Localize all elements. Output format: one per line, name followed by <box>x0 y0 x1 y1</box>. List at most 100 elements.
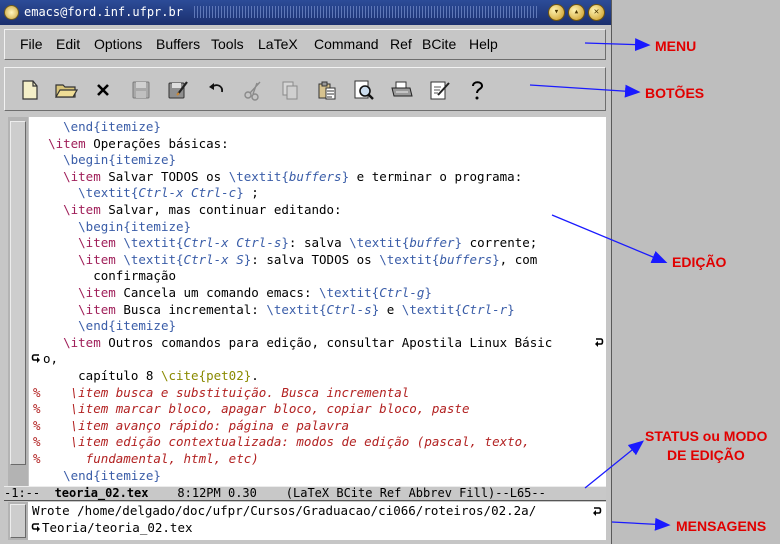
code-token: % \item avanço rápido: página e palavra <box>33 417 350 433</box>
menu-file[interactable]: File <box>20 36 43 52</box>
code-token: Operações básicas: <box>85 135 229 151</box>
editor-line[interactable]: capítulo 8 \cite{pet02}. <box>33 368 259 385</box>
editor-line[interactable]: \item Operações básicas: <box>33 136 229 153</box>
minimize-icon[interactable]: ▾ <box>548 4 565 21</box>
toolbar <box>4 67 606 111</box>
editor-line[interactable]: \item Cancela um comando emacs: \textit{… <box>33 285 432 302</box>
code-token: Ctrl-g <box>379 285 425 300</box>
code-token: \textit{ <box>123 235 184 251</box>
menu-options[interactable]: Options <box>94 36 142 52</box>
menu-help[interactable]: Help <box>469 36 498 52</box>
undo-icon[interactable] <box>204 78 228 102</box>
code-token: e <box>379 301 402 317</box>
menu-bcite[interactable]: BCite <box>422 36 456 52</box>
editor-line[interactable]: \item \textit{Ctrl-x S}: salva TODOS os … <box>33 252 537 269</box>
editor-line[interactable]: \end{itemize} <box>33 318 176 335</box>
editor-line[interactable]: \textit{Ctrl-x Ctrl-c} ; <box>33 185 259 202</box>
menu-tools[interactable]: Tools <box>211 36 244 52</box>
code-token: Salvar, mas continuar editando: <box>100 202 342 217</box>
window-title: emacs@ford.inf.ufpr.br <box>24 5 183 19</box>
code-token: \textit{ <box>401 301 463 317</box>
menu-bar: File Edit Options Buffers Tools LaTeX Co… <box>4 29 606 60</box>
spell-check-icon[interactable] <box>428 78 452 102</box>
code-token: \begin{itemize} <box>78 218 192 234</box>
editor-line[interactable]: \item Busca incremental: \textit{Ctrl-s}… <box>33 302 515 319</box>
editor-line[interactable]: \item Salvar TODOS os \textit{buffers} e… <box>33 169 522 186</box>
menu-buffers[interactable]: Buffers <box>156 36 200 52</box>
code-token: \textit{ <box>228 168 289 184</box>
code-token: Ctrl-x Ctrl-s <box>183 235 282 251</box>
search-icon[interactable] <box>352 78 376 102</box>
editor-line[interactable]: \begin{itemize} <box>33 152 176 169</box>
editor-line[interactable]: o, <box>43 351 58 368</box>
window-menu-icon[interactable] <box>4 5 19 20</box>
code-token: Cancela um comando emacs: <box>115 285 319 300</box>
print-icon[interactable] <box>390 78 414 102</box>
code-token: o, <box>43 351 59 367</box>
annotation-mensagens: MENSAGENS <box>676 518 767 534</box>
menu-ref[interactable]: Ref <box>390 36 412 52</box>
code-token: \textit{ <box>349 235 410 251</box>
code-token: \textit{ <box>78 185 139 201</box>
minibuffer-scrollbar-thumb[interactable] <box>10 504 26 538</box>
wrap-continuation-icon <box>31 523 40 532</box>
close-icon[interactable]: ✕ <box>588 4 605 21</box>
code-token: \textit{ <box>266 301 327 317</box>
cut-scissors-icon[interactable] <box>241 78 265 102</box>
save-disk-icon[interactable] <box>129 78 153 102</box>
editor-line[interactable]: \item Outros comandos para edição, consu… <box>33 335 552 352</box>
code-token: \item <box>63 334 101 350</box>
code-token: \item <box>48 135 86 151</box>
code-token: Busca incremental: <box>115 301 267 317</box>
emacs-window: emacs@ford.inf.ufpr.br ▾ ▴ ✕ File Edit O… <box>0 0 612 544</box>
code-token: \textit{ <box>379 251 440 267</box>
code-token: } <box>341 168 350 184</box>
code-token: : salva <box>288 235 350 251</box>
editor-line[interactable]: % \item avanço rápido: página e palavra <box>33 418 349 435</box>
editor-line[interactable]: % \item edição contextualizada: modos de… <box>33 434 530 451</box>
code-token: } <box>236 185 244 201</box>
copy-icon[interactable] <box>278 78 302 102</box>
maximize-icon[interactable]: ▴ <box>568 4 585 21</box>
modeline-buffer-name: teoria_02.tex <box>54 486 149 500</box>
minibuffer[interactable]: Wrote /home/delgado/doc/ufpr/Cursos/Grad… <box>8 502 606 540</box>
menu-latex[interactable]: LaTeX <box>258 36 298 52</box>
title-bar[interactable]: emacs@ford.inf.ufpr.br ▾ ▴ ✕ <box>0 0 611 25</box>
annotation-status-line1: STATUS ou MODO <box>645 428 768 444</box>
save-as-icon[interactable] <box>166 78 190 102</box>
code-token: Ctrl-s <box>326 301 372 317</box>
close-x-icon[interactable] <box>91 78 115 102</box>
editor-scrollbar[interactable] <box>8 117 28 486</box>
modeline-modes: 8:12PM 0.30 (LaTeX BCite Ref Abbrev Fill… <box>148 486 546 500</box>
new-file-icon[interactable] <box>18 78 42 102</box>
editor-line[interactable]: \item \textit{Ctrl-x Ctrl-s}: salva \tex… <box>33 235 537 252</box>
editor-line[interactable]: confirmação <box>33 268 176 285</box>
editor-line[interactable]: % fundamental, html, etc) <box>33 451 259 468</box>
scrollbar-thumb[interactable] <box>10 121 26 465</box>
code-token: \end{itemize} <box>63 467 161 483</box>
minibuffer-scrollbar[interactable] <box>8 502 28 540</box>
editor-buffer[interactable]: \end{itemize} \item Operações básicas: \… <box>29 117 606 486</box>
menu-edit[interactable]: Edit <box>56 36 80 52</box>
editor-line[interactable]: % \item marcar bloco, apagar bloco, copi… <box>33 401 470 418</box>
editor-line[interactable]: \begin{itemize} <box>33 219 191 236</box>
paste-icon[interactable] <box>315 78 339 102</box>
editor-line[interactable]: \end{itemize} <box>33 119 161 136</box>
modeline-flags: -1:-- <box>4 486 55 500</box>
code-token: \textit{ <box>123 251 184 267</box>
editor-line[interactable]: % \item busca e substituição. Busca incr… <box>33 385 409 402</box>
menu-command[interactable]: Command <box>314 36 379 52</box>
editor-line[interactable]: \end{itemize} <box>33 468 161 485</box>
open-folder-icon[interactable] <box>54 78 78 102</box>
code-token: \textit{ <box>319 285 380 300</box>
editor-line[interactable]: \item Salvar, mas continuar editando: <box>33 202 342 219</box>
help-question-icon[interactable] <box>465 78 489 102</box>
code-token: corrente; <box>462 235 538 251</box>
code-token: \item <box>63 202 101 217</box>
